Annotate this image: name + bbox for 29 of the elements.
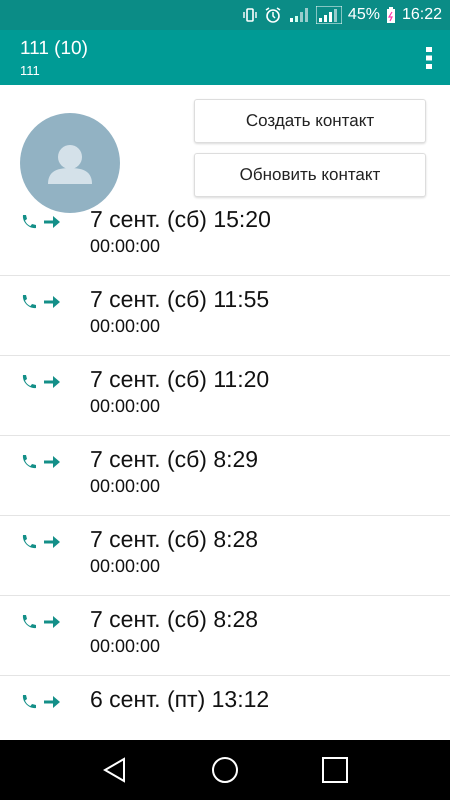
clock: 16:22 [402, 6, 442, 24]
battery-icon [386, 6, 396, 24]
call-date: 7 сент. (сб) 11:20 [90, 366, 270, 393]
contact-number: 111 [20, 62, 41, 78]
call-duration: 00:00:00 [90, 236, 162, 257]
vibrate-icon [242, 7, 258, 23]
call-date: 6 сент. (пт) 13:12 [90, 686, 270, 713]
call-duration: 00:00:00 [90, 396, 162, 417]
more-icon[interactable] [426, 46, 432, 68]
battery-percent: 45% [348, 6, 380, 24]
home-icon[interactable] [210, 756, 239, 784]
recents-icon[interactable] [322, 757, 348, 783]
call-date: 7 сент. (сб) 8:28 [90, 526, 258, 553]
call-duration: 00:00:00 [90, 316, 162, 337]
call-date: 7 сент. (сб) 11:55 [90, 286, 270, 313]
call-date: 7 сент. (сб) 8:28 [90, 606, 258, 633]
call-date: 7 сент. (сб) 15:20 [90, 206, 271, 233]
alarm-icon [264, 6, 282, 24]
call-duration: 00:00:00 [90, 556, 162, 577]
contact-button[interactable]: Обновить контакт [194, 153, 426, 197]
avatar-icon [20, 113, 120, 213]
contact-button[interactable]: Создать контакт [194, 99, 426, 143]
signal-icon [316, 6, 342, 24]
call-duration: 00:00:00 [90, 476, 162, 497]
signal-icon [288, 7, 310, 23]
call-date: 7 сент. (сб) 8:29 [90, 446, 258, 473]
call-duration: 00:00:00 [90, 636, 162, 657]
back-icon[interactable] [102, 757, 128, 783]
contact-title: 111 (10) [20, 38, 88, 60]
